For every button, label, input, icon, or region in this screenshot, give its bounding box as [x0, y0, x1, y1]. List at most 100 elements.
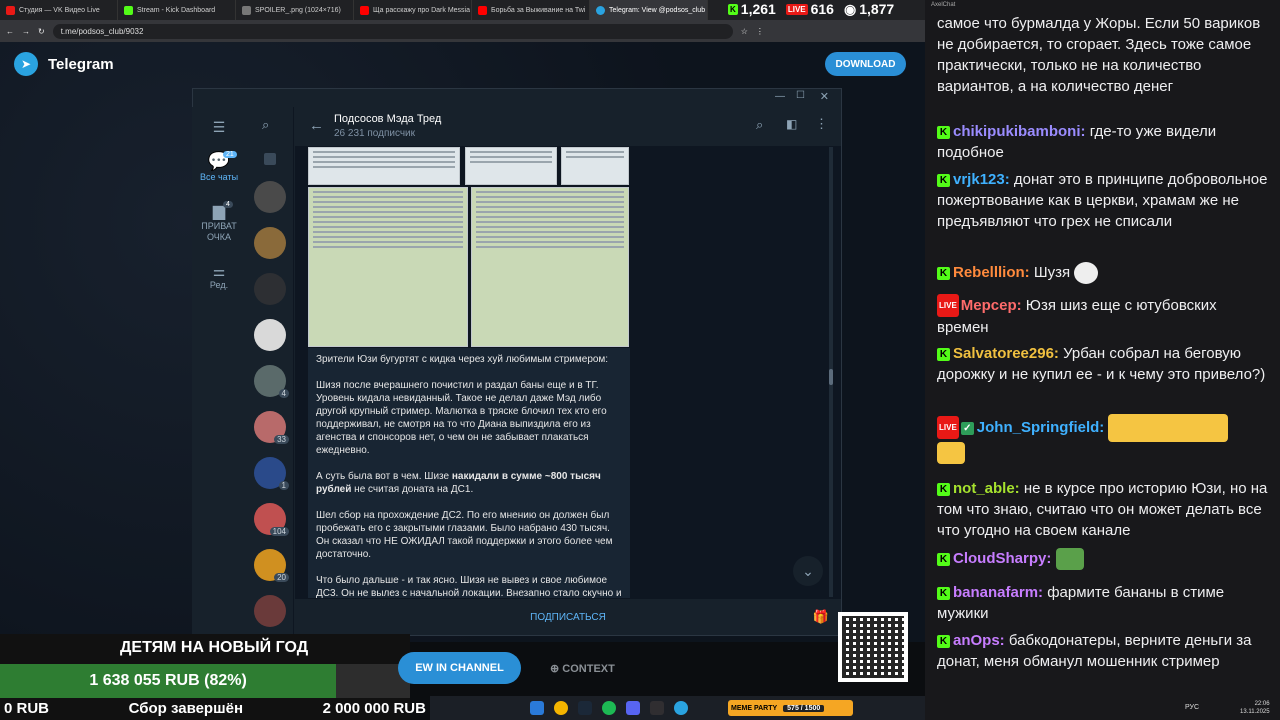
- system-tray: РУС: [1185, 704, 1199, 711]
- chat-avatar[interactable]: [254, 319, 286, 351]
- chat-username[interactable]: bananafarm:: [953, 584, 1043, 601]
- screenshot-image[interactable]: [465, 147, 557, 185]
- goal-footer: 0 RUB Сбор завершён 2 000 000 RUB: [0, 700, 430, 720]
- search-icon[interactable]: ⌕: [262, 117, 269, 133]
- screenshot-image[interactable]: [308, 147, 460, 185]
- tab-label: SPOILER_.png (1024×716): [255, 6, 341, 14]
- download-button[interactable]: DOWNLOAD: [825, 52, 906, 76]
- back-arrow-icon[interactable]: ←: [309, 117, 324, 134]
- unread-count: 20: [274, 573, 289, 582]
- context-button[interactable]: ⊕ CONTEXT: [550, 662, 615, 675]
- archive-icon[interactable]: [264, 153, 276, 165]
- minimize-icon[interactable]: —: [775, 91, 785, 102]
- checkmark-icon: ✓: [960, 421, 974, 435]
- chat-message: Kbananafarm: фармите бананы в стиме мужи…: [937, 582, 1270, 624]
- discord-icon[interactable]: [626, 701, 640, 715]
- screenshot-image[interactable]: [561, 147, 629, 185]
- spotify-icon[interactable]: [602, 701, 616, 715]
- windows-taskbar: MEME PARTY 575 / 1500: [430, 696, 925, 720]
- kick-icon: K: [937, 348, 950, 361]
- chat-username[interactable]: CloudSharpy:: [953, 550, 1051, 567]
- telegram-icon[interactable]: [674, 701, 688, 715]
- channel-post: Зрители Юзи бугуртят с кидка через хуй л…: [308, 348, 630, 612]
- reload-icon[interactable]: ↻: [38, 27, 45, 36]
- channel-title[interactable]: Подсосов Мэда Тред: [334, 113, 441, 125]
- scroll-down-button[interactable]: ⌄: [793, 556, 823, 586]
- tab-telegram[interactable]: Telegram: View @podsos_club: [590, 0, 708, 20]
- chat-message: K CloudSharpy:: [937, 548, 1270, 571]
- language-indicator[interactable]: РУС: [1185, 704, 1199, 711]
- qr-code: [838, 612, 908, 682]
- goal-status: Сбор завершён: [128, 700, 244, 717]
- tab-youtube-2[interactable]: Борьба за Выживание на Twi: [472, 0, 590, 20]
- chat-message: Kvrjk123: донат это в принципе доброволь…: [937, 169, 1270, 232]
- menu-icon[interactable]: ⋮: [756, 27, 764, 36]
- scrollbar[interactable]: [829, 147, 833, 597]
- chat-message: LIVE ✓ John_Springfield:: [937, 414, 1270, 465]
- folder-all-chats[interactable]: 💬 21 Все чаты: [192, 151, 246, 182]
- kick-icon: K: [937, 483, 950, 496]
- chat-username[interactable]: Salvatoree296:: [953, 345, 1059, 362]
- folder-edit[interactable]: ⚌ Ред.: [192, 263, 246, 290]
- channel-header: ← Подсосов Мэда Тред 26 231 подписчик ⌕ …: [295, 107, 841, 147]
- search-icon[interactable]: ⌕: [756, 117, 763, 133]
- hamburger-icon[interactable]: ☰: [192, 119, 246, 136]
- chat-username[interactable]: Мерсер:: [961, 297, 1022, 314]
- screenshot-image[interactable]: [308, 187, 468, 347]
- telegram-icon: [596, 5, 605, 15]
- kick-icon: K: [728, 3, 738, 15]
- chat-message: LIVE Мерсер: Юзя шиз еще с ютубовских вре…: [937, 294, 1270, 338]
- goal-target-amount: 2 000 000 RUB: [322, 700, 426, 717]
- tab-vk[interactable]: Студия — VK Видео Live: [0, 0, 118, 20]
- chat-username[interactable]: anOps:: [953, 632, 1005, 649]
- maximize-icon[interactable]: ☐: [796, 90, 805, 101]
- more-icon[interactable]: ⋮: [815, 116, 828, 132]
- chat-username[interactable]: not_able:: [953, 480, 1020, 497]
- chat-avatar[interactable]: [254, 181, 286, 213]
- close-icon[interactable]: ✕: [820, 90, 829, 103]
- star-icon[interactable]: ☆: [741, 27, 748, 36]
- vk-live-icon: LIVE: [937, 415, 959, 439]
- chat-username[interactable]: Rebelllion:: [953, 264, 1030, 281]
- tab-kick[interactable]: Stream - Kick Dashboard: [118, 0, 236, 20]
- tab-label: Telegram: View @podsos_club: [609, 6, 706, 14]
- chrome-icon[interactable]: [554, 701, 568, 715]
- subscribe-bar: ПОДПИСАТЬСЯ 🎁: [295, 599, 841, 635]
- sidebar-toggle-icon[interactable]: ◧: [786, 117, 797, 131]
- obs-icon[interactable]: [650, 701, 664, 715]
- steam-icon[interactable]: [578, 701, 592, 715]
- system-clock[interactable]: 22:06 13.11.2025: [1240, 700, 1270, 716]
- tab-youtube-1[interactable]: Ща расскажу про Dark Messia: [354, 0, 472, 20]
- post-text: А суть была вот в чем. Шизе: [316, 471, 452, 482]
- folder-private[interactable]: ▆ 4 ПРИВАТ ОЧКА: [192, 201, 246, 243]
- chat-avatar[interactable]: [254, 273, 286, 305]
- back-icon[interactable]: ←: [6, 27, 14, 36]
- youtube-icon: [360, 5, 369, 15]
- url-field[interactable]: t.me/podsos_club/9032: [52, 23, 733, 39]
- forward-icon[interactable]: →: [22, 27, 30, 36]
- post-text: не считая доната на ДС1.: [351, 484, 474, 495]
- chat-username[interactable]: vrjk123:: [953, 171, 1010, 188]
- view-in-channel-button[interactable]: EW IN CHANNEL: [398, 652, 521, 684]
- folder-icon: ▆: [212, 203, 226, 220]
- chat-username[interactable]: chikipukibamboni:: [953, 123, 1086, 140]
- chat-avatar[interactable]: [254, 227, 286, 259]
- laughing-emotes-icon: [1108, 414, 1229, 442]
- chat-username[interactable]: John_Springfield:: [977, 419, 1105, 436]
- folder-label: Все чаты: [199, 172, 239, 182]
- post-paragraph: А суть была вот в чем. Шизе накидали в с…: [316, 470, 622, 496]
- windows-start-icon[interactable]: [530, 701, 544, 715]
- vk-live-badge: LIVE: [785, 3, 808, 15]
- goal-title: ДЕТЯМ НА НОВЫЙ ГОД: [120, 639, 309, 656]
- meme-party-widget: MEME PARTY 575 / 1500: [728, 700, 853, 716]
- chats-icon: 💬: [207, 151, 231, 171]
- chat-message: самое что бурмалда у Жоры. Если 50 варик…: [937, 13, 1270, 97]
- gift-icon[interactable]: 🎁: [813, 609, 829, 625]
- tab-spoiler[interactable]: SPOILER_.png (1024×716): [236, 0, 354, 20]
- subscribe-button[interactable]: ПОДПИСАТЬСЯ: [530, 612, 606, 623]
- screenshot-image[interactable]: [471, 187, 629, 347]
- clock-date: 13.11.2025: [1240, 709, 1270, 715]
- image-icon: [242, 5, 251, 15]
- chat-avatar[interactable]: [254, 595, 286, 627]
- chat-message: Knot_able: не в курсе про историю Юзи, н…: [937, 478, 1270, 541]
